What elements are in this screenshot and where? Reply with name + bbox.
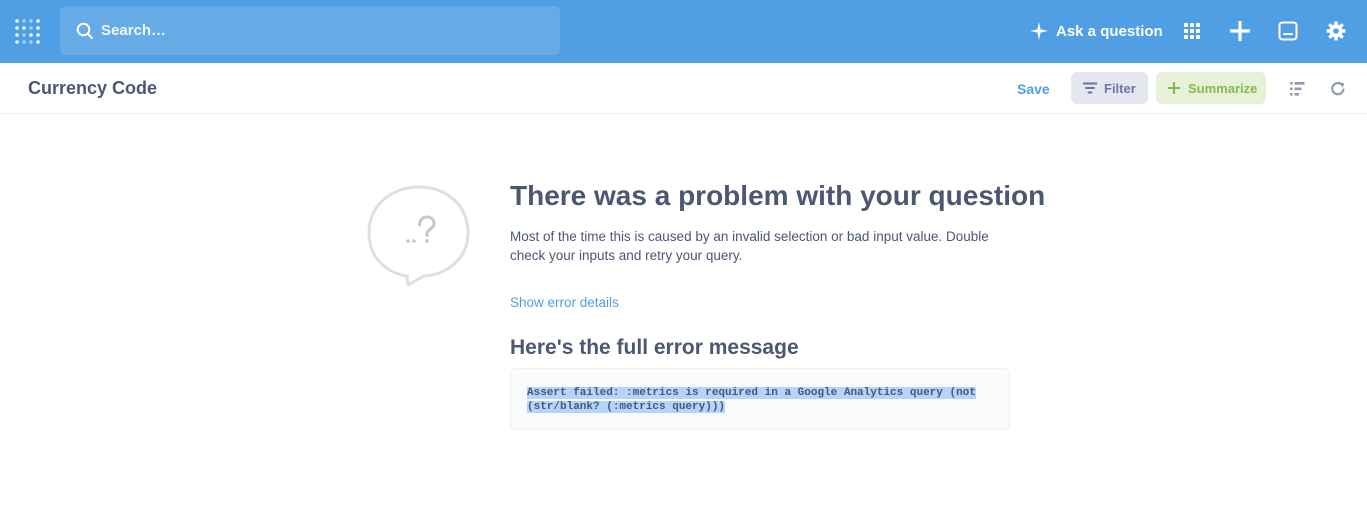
search-bar[interactable] [60, 6, 560, 55]
filter-label: Filter [1104, 80, 1136, 96]
logo-icon[interactable] [14, 17, 42, 47]
top-navbar: Ask a question [0, 0, 1367, 63]
terminal-icon[interactable] [1277, 20, 1299, 42]
filter-icon [1083, 82, 1097, 94]
gear-icon[interactable] [1325, 20, 1347, 42]
ask-question-button[interactable]: Ask a question [1030, 19, 1163, 43]
question-header: Currency Code Save Filter Summarize [0, 63, 1367, 114]
save-button[interactable]: Save [1017, 81, 1050, 97]
full-error-heading: Here's the full error message [510, 336, 799, 359]
summarize-label: Summarize [1188, 80, 1258, 96]
error-description: Most of the time this is caused by an in… [510, 229, 989, 263]
error-message-text[interactable]: Assert failed: :metrics is required in a… [527, 386, 993, 414]
question-title[interactable]: Currency Code [28, 78, 157, 99]
sparkle-icon [1030, 22, 1048, 40]
plus-icon[interactable] [1229, 20, 1251, 42]
refresh-icon[interactable] [1329, 80, 1347, 98]
grid-icon[interactable] [1181, 20, 1203, 42]
error-message-box: Assert failed: :metrics is required in a… [510, 368, 1010, 430]
ask-question-label: Ask a question [1056, 22, 1163, 40]
show-error-details-link[interactable]: Show error details [510, 295, 619, 310]
summarize-button[interactable]: Summarize [1156, 72, 1266, 104]
error-message-line-1: Assert failed: :metrics is required in a… [527, 387, 976, 399]
search-icon [76, 22, 93, 39]
error-title: There was a problem with your question [510, 180, 1046, 211]
list-icon[interactable] [1289, 80, 1307, 98]
error-speech-bubble-icon [366, 185, 472, 287]
search-input[interactable] [101, 22, 521, 39]
plus-icon [1168, 82, 1180, 94]
error-message-line-2: (str/blank? (:metrics query))) [527, 401, 726, 413]
filter-button[interactable]: Filter [1071, 72, 1148, 104]
